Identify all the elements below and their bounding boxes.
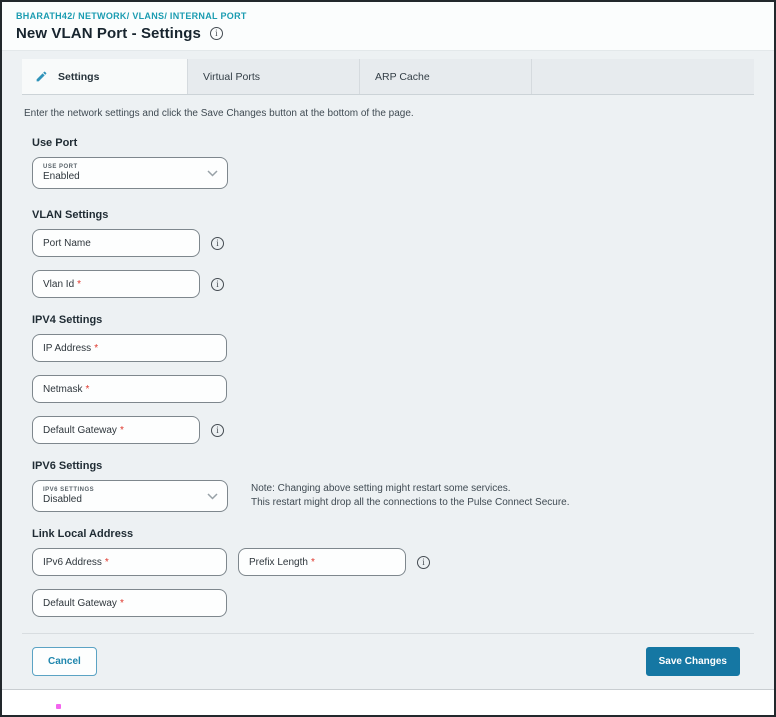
pink-marker-dot — [56, 704, 61, 709]
prefix-length-input[interactable]: Prefix Length * — [238, 548, 406, 576]
use-port-heading: Use Port — [32, 137, 78, 149]
ipv6-note-line1: Note: Changing above setting might resta… — [251, 483, 511, 494]
tab-virtual-ports[interactable]: Virtual Ports — [187, 59, 359, 94]
tab-settings-label: Settings — [58, 70, 100, 83]
netmask-placeholder: Netmask — [43, 383, 83, 395]
required-asterisk: * — [119, 597, 124, 609]
required-asterisk: * — [94, 342, 99, 354]
page-title: New VLAN Port - Settings — [16, 25, 201, 42]
tab-arp-cache-label: ARP Cache — [375, 70, 430, 83]
ipv4-default-gateway-input[interactable]: Default Gateway * — [32, 416, 200, 444]
ipv6-select-label: IPV6 SETTINGS — [43, 487, 95, 493]
default-gateway-placeholder: Default Gateway — [43, 597, 117, 609]
chevron-down-icon — [207, 493, 218, 500]
ipv6-address-placeholder: IPv6 Address — [43, 556, 102, 568]
pencil-icon — [35, 70, 48, 83]
title-info-icon[interactable]: i — [209, 27, 223, 40]
use-port-select[interactable]: USE PORT Enabled — [32, 157, 228, 189]
ip-address-placeholder: IP Address — [43, 342, 92, 354]
save-changes-button[interactable]: Save Changes — [645, 647, 740, 676]
main-content: Settings Virtual Ports ARP Cache Enter t… — [2, 51, 774, 689]
bottom-strip — [2, 689, 774, 715]
instruction-text: Enter the network settings and click the… — [24, 108, 414, 119]
ipv6-settings-heading: IPV6 Settings — [32, 460, 103, 472]
required-asterisk: * — [310, 556, 315, 568]
required-asterisk: * — [119, 424, 124, 436]
ipv6-select-value: Disabled — [43, 494, 82, 505]
breadcrumb[interactable]: BHARATH42/ NETWORK/ VLANS/ INTERNAL PORT — [16, 11, 760, 21]
required-asterisk: * — [85, 383, 90, 395]
tab-bar-filler — [531, 59, 754, 94]
port-name-placeholder: Port Name — [43, 237, 91, 249]
tab-arp-cache[interactable]: ARP Cache — [359, 59, 531, 94]
required-asterisk: * — [104, 556, 109, 568]
use-port-select-value: Enabled — [43, 171, 80, 182]
vlan-id-input[interactable]: Vlan Id * — [32, 270, 200, 298]
chevron-down-icon — [207, 170, 218, 177]
ipv6-default-gateway-input[interactable]: Default Gateway * — [32, 589, 227, 617]
vlan-id-info-icon[interactable]: i — [211, 277, 224, 291]
ipv4-default-gateway-info-icon[interactable]: i — [211, 423, 224, 437]
port-name-info-icon[interactable]: i — [211, 236, 224, 250]
vlan-settings-heading: VLAN Settings — [32, 209, 109, 221]
form-footer: Cancel Save Changes — [22, 633, 754, 689]
ip-address-input[interactable]: IP Address * — [32, 334, 227, 362]
netmask-input[interactable]: Netmask * — [32, 375, 227, 403]
prefix-length-placeholder: Prefix Length — [249, 556, 308, 568]
port-name-input[interactable]: Port Name — [32, 229, 200, 257]
cancel-button[interactable]: Cancel — [32, 647, 97, 676]
ipv6-settings-select[interactable]: IPV6 SETTINGS Disabled — [32, 480, 228, 512]
vlan-id-placeholder: Vlan Id — [43, 278, 75, 290]
tab-virtual-ports-label: Virtual Ports — [203, 70, 260, 83]
ipv6-note-line2: This restart might drop all the connecti… — [251, 497, 570, 508]
tab-bar: Settings Virtual Ports ARP Cache — [22, 59, 754, 95]
settings-form: Use Port USE PORT Enabled VLAN Settings … — [22, 137, 754, 617]
ipv6-restart-note: Note: Changing above setting might resta… — [251, 482, 570, 510]
tab-settings[interactable]: Settings — [22, 59, 187, 94]
ipv4-settings-heading: IPV4 Settings — [32, 314, 103, 326]
use-port-select-label: USE PORT — [43, 164, 78, 170]
required-asterisk: * — [77, 278, 82, 290]
page-header: BHARATH42/ NETWORK/ VLANS/ INTERNAL PORT… — [2, 2, 774, 51]
default-gateway-placeholder: Default Gateway — [43, 424, 117, 436]
link-local-heading: Link Local Address — [32, 528, 134, 540]
prefix-length-info-icon[interactable]: i — [417, 555, 430, 569]
ipv6-address-input[interactable]: IPv6 Address * — [32, 548, 227, 576]
